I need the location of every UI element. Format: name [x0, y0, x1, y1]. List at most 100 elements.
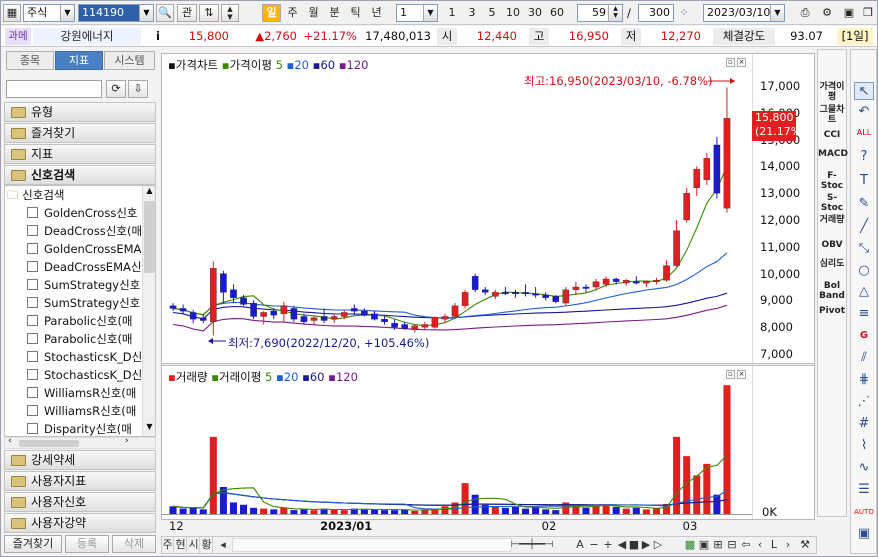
tree-item[interactable]: DeadCrossEMA신 — [27, 258, 141, 276]
favorites-button[interactable]: 즐겨찾기 — [4, 535, 62, 553]
zoom-in-icon[interactable]: + — [602, 537, 614, 553]
tab-indicators[interactable]: 지표 — [55, 51, 103, 70]
checkbox[interactable] — [27, 297, 38, 308]
cat-type[interactable]: 유형 — [4, 102, 156, 122]
num-60[interactable]: 60 — [547, 4, 567, 22]
r-icon[interactable]: › — [782, 537, 794, 553]
quick-grid-chart[interactable]: 그물차트 — [818, 105, 846, 125]
triangle-icon[interactable]: △ — [854, 283, 874, 301]
chevron-down-icon[interactable]: ▼ — [423, 5, 437, 21]
text-icon[interactable]: T — [854, 172, 874, 190]
view-count-input[interactable]: 59 ▲ ▼ — [577, 4, 623, 22]
scroll-left-icon[interactable]: ◂ — [218, 537, 228, 553]
period-week[interactable]: 주 — [283, 4, 302, 22]
l-icon[interactable]: L — [768, 537, 780, 553]
cat-indicators[interactable]: 지표 — [4, 144, 156, 164]
tree-item[interactable]: DeadCross신호(매 — [27, 222, 141, 240]
cat-user-strength[interactable]: 사용자강약 — [4, 513, 156, 533]
tree-root[interactable]: 🗀 신호검색 — [7, 186, 121, 204]
checkbox[interactable] — [27, 423, 38, 434]
arrow-line-icon[interactable]: ⤡ — [854, 240, 874, 258]
chart-scrollbar[interactable] — [232, 538, 512, 552]
cat-strength[interactable]: 강세약세 — [4, 450, 156, 470]
tree-scrollbar[interactable]: ▲ ▼ — [142, 186, 155, 436]
quick-volume[interactable]: 거래량 — [818, 215, 846, 225]
period-day[interactable]: 일 — [262, 4, 281, 22]
num-3[interactable]: 3 — [463, 4, 481, 22]
refresh-icon[interactable]: ⟳ — [106, 80, 126, 98]
scroll-left-icon[interactable]: ‹ — [8, 436, 12, 446]
quick-pivot[interactable]: Pivot — [818, 306, 846, 316]
count-select[interactable]: 1 ▼ — [396, 4, 438, 22]
chip-stock[interactable]: 주 — [162, 537, 174, 553]
cat-user-indicators[interactable]: 사용자지표 — [4, 471, 156, 491]
channel-icon[interactable]: ≡ — [854, 305, 874, 323]
period-year[interactable]: 년 — [367, 4, 386, 22]
tree-item[interactable]: StochasticsK_D신 — [27, 366, 141, 384]
checkbox[interactable] — [27, 315, 38, 326]
cycle-icon[interactable]: ⌇ — [854, 437, 874, 455]
tree-item[interactable]: GoldenCross신호 — [27, 204, 141, 222]
chart-min-icon[interactable]: ▫ — [726, 58, 735, 67]
checkbox[interactable] — [27, 351, 38, 362]
save-icon[interactable]: ▣ — [840, 4, 858, 22]
code-input[interactable]: 114190 ▼ — [78, 4, 154, 22]
tab-systems[interactable]: 시스템 — [104, 51, 155, 70]
fibo-icon[interactable]: ⋕ — [854, 371, 874, 389]
back-icon[interactable]: ⇦ — [740, 537, 752, 553]
indicator-search-input[interactable] — [6, 80, 102, 98]
help-icon[interactable]: ? — [854, 148, 874, 166]
checkbox[interactable] — [27, 405, 38, 416]
fibo-fan-icon[interactable]: ⋰ — [854, 393, 874, 411]
checkbox[interactable] — [27, 279, 38, 290]
excel-icon[interactable]: ▩ — [684, 537, 696, 553]
tree-item[interactable]: GoldenCrossEMA — [27, 240, 141, 258]
save-icon[interactable]: ▣ — [698, 537, 710, 553]
scroll-right-icon[interactable]: › — [125, 436, 129, 446]
search-icon[interactable]: 🔍 — [156, 4, 174, 22]
next-icon[interactable]: ▶ — [640, 537, 652, 553]
checkbox[interactable] — [27, 261, 38, 272]
print-icon[interactable]: ⎙ — [796, 4, 814, 22]
checkbox[interactable] — [27, 387, 38, 398]
period-month[interactable]: 월 — [304, 4, 323, 22]
chart-close-icon[interactable]: × — [737, 58, 746, 67]
circle-icon[interactable]: ○ — [854, 262, 874, 280]
quick-obv[interactable]: OBV — [818, 240, 846, 250]
quick-fstoc[interactable]: F-Stoc — [818, 171, 846, 191]
hscroll-thumb[interactable] — [19, 440, 79, 447]
tree-item[interactable]: StochasticsK_D신 — [27, 348, 141, 366]
tree-item[interactable]: WilliamsR신호(매 — [27, 384, 141, 402]
chart-close-icon[interactable]: × — [737, 370, 746, 379]
prev-icon[interactable]: ◀ — [616, 537, 628, 553]
window-icon[interactable]: ❐ — [859, 4, 877, 22]
spin-icon[interactable]: ▲ ▼ — [608, 5, 622, 21]
undo-icon[interactable]: ↶ — [854, 103, 874, 121]
num-30[interactable]: 30 — [525, 4, 545, 22]
checkbox[interactable] — [27, 207, 38, 218]
chevron-down-icon[interactable]: ▼ — [770, 5, 784, 21]
chip-status[interactable]: 황 — [201, 537, 213, 553]
chip-market[interactable]: 시 — [188, 537, 200, 553]
checkbox[interactable] — [27, 243, 38, 254]
date-picker[interactable]: 2023/03/10 ▼ — [703, 4, 785, 22]
tree-item[interactable]: SumStrategy신호 — [27, 294, 141, 312]
grid-tool-icon[interactable]: # — [854, 415, 874, 433]
grid-view-icon[interactable]: ⊟ — [726, 537, 738, 553]
price-chart[interactable]: ▪가격차트 ▪가격이평 5 ▪20 ▪60 ▪120 최고:16,950(202… — [161, 53, 815, 364]
tree-item[interactable]: Disparity신호(매 — [27, 420, 141, 436]
info-icon[interactable]: i — [151, 28, 165, 45]
pen-icon[interactable]: ✎ — [854, 195, 874, 213]
quick-cci[interactable]: CCI — [818, 130, 846, 140]
gann-icon[interactable]: G — [854, 327, 874, 345]
spin-icon[interactable]: ▲ ▼ — [221, 4, 239, 22]
chevron-down-icon[interactable]: ▼ — [60, 5, 74, 21]
delete-all-icon[interactable]: ALL — [854, 124, 874, 142]
auto-icon[interactable]: AUTO — [854, 503, 874, 521]
grid-settings-icon[interactable]: ⁘ — [676, 4, 692, 22]
chart-min-icon[interactable]: ▫ — [726, 370, 735, 379]
num-5[interactable]: 5 — [483, 4, 501, 22]
tool-icon[interactable]: ⚒ — [798, 537, 812, 553]
cat-favorites[interactable]: 즐겨찾기 — [4, 123, 156, 143]
gwan-button[interactable]: 관 — [177, 4, 197, 22]
